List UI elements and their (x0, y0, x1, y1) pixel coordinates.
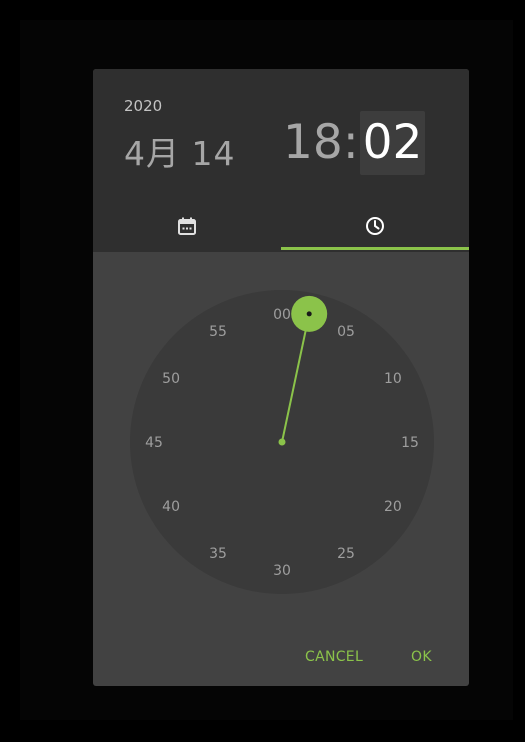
minute-label-40[interactable]: 40 (162, 499, 180, 515)
minute-label-15[interactable]: 15 (401, 435, 419, 451)
minute-label-30[interactable]: 30 (273, 563, 291, 579)
selected-minute-dot (306, 311, 312, 317)
minute-label-25[interactable]: 25 (337, 546, 355, 562)
minute-label-50[interactable]: 50 (162, 371, 180, 387)
screen: 2020 4月 14 18:02 00 05 10 15 20 25 30 35… (0, 0, 525, 742)
dialog-actions: CANCEL OK (93, 639, 469, 675)
minute-label-35[interactable]: 35 (209, 546, 227, 562)
ok-button[interactable]: OK (411, 639, 432, 675)
minute-dial[interactable]: 00 05 10 15 20 25 30 35 40 45 50 55 (93, 69, 469, 686)
minute-label-45[interactable]: 45 (145, 435, 163, 451)
minute-label-55[interactable]: 55 (209, 324, 227, 340)
minute-label-20[interactable]: 20 (384, 499, 402, 515)
minute-label-05[interactable]: 05 (337, 324, 355, 340)
time-picker-dialog: 2020 4月 14 18:02 00 05 10 15 20 25 30 35… (93, 69, 469, 686)
minute-label-00[interactable]: 00 (273, 307, 291, 323)
dial-center-dot (278, 438, 286, 446)
cancel-button[interactable]: CANCEL (305, 639, 363, 675)
minute-label-10[interactable]: 10 (384, 371, 402, 387)
